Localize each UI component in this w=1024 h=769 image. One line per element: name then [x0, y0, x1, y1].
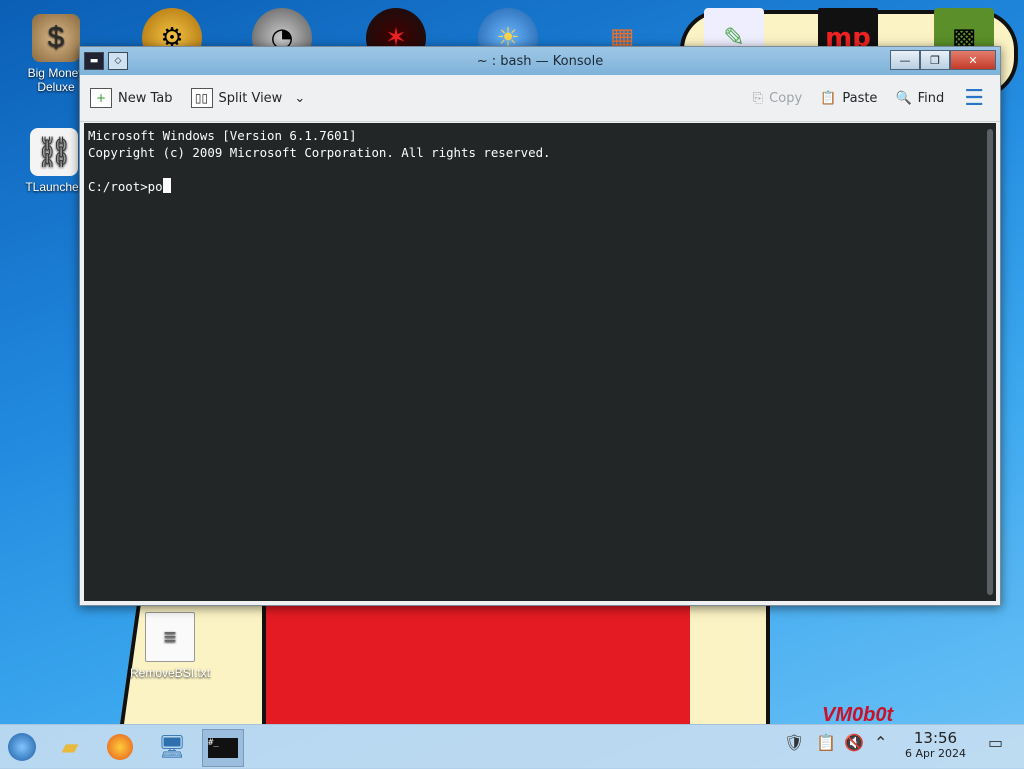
windows-logo-icon	[8, 733, 36, 761]
volume-muted-icon[interactable]: 🔇	[844, 733, 864, 752]
terminal-icon: #_	[208, 738, 238, 758]
minimize-button[interactable]: —	[890, 50, 920, 70]
window-title: ~ : bash — Konsole	[476, 53, 604, 69]
terminal-line: Copyright (c) 2009 Microsoft Corporation…	[88, 145, 551, 160]
wallpaper-shape	[690, 600, 770, 724]
split-view-label: Split View	[218, 90, 283, 106]
text-file-icon: ≡	[145, 612, 195, 662]
updates-tray-icon[interactable]: 🛡	[784, 733, 804, 752]
wallpaper-shape	[262, 600, 698, 724]
firefox-icon	[107, 734, 133, 760]
taskbar-file-manager[interactable]: ▰	[50, 729, 90, 765]
clock-date: 6 Apr 2024	[904, 747, 966, 760]
clipboard-tray-icon[interactable]: 📋	[816, 733, 836, 752]
clock-time: 13:56	[913, 729, 958, 747]
paste-icon: 📋	[820, 90, 837, 106]
shortcut-link-icon: ⛓	[30, 128, 78, 176]
desktop-icon-label: RemoveBSI.txt	[130, 666, 211, 680]
new-tab-icon: +	[90, 88, 112, 108]
copy-icon: ⎘	[752, 90, 764, 106]
taskbar: ▰ 🖥 #_ 🛡 📋 🔇 ⌃ 13:56 6 Apr 2024 ▭	[0, 724, 1024, 769]
chevron-down-icon: ⌄	[294, 90, 306, 106]
terminal-area[interactable]: Microsoft Windows [Version 6.1.7601] Cop…	[84, 123, 996, 601]
desktop-icon-removebsi[interactable]: ≡ RemoveBSI.txt	[130, 612, 210, 680]
chevron-up-icon[interactable]: ⌃	[874, 733, 887, 752]
copy-button[interactable]: ⎘ Copy	[753, 91, 802, 106]
maximize-button[interactable]: ❐	[920, 50, 950, 70]
split-view-button[interactable]: ▯▯ Split View ⌄	[190, 88, 306, 108]
konsole-window: ▬ ◇ ~ : bash — Konsole — ❐ ✕ + New Tab ▯…	[79, 46, 1001, 606]
clock[interactable]: 13:56 6 Apr 2024	[905, 729, 966, 760]
terminal-line: Microsoft Windows [Version 6.1.7601]	[88, 128, 357, 143]
konsole-toolbar: + New Tab ▯▯ Split View ⌄ ⎘ Copy 📋 Paste…	[80, 75, 1000, 122]
find-label: Find	[917, 90, 945, 106]
new-tab-button[interactable]: + New Tab	[90, 88, 173, 108]
start-button[interactable]	[2, 729, 42, 765]
terminal-scrollbar[interactable]	[987, 129, 993, 595]
close-button[interactable]: ✕	[950, 50, 996, 70]
folder-icon: ▰	[61, 734, 79, 760]
new-tab-label: New Tab	[118, 90, 173, 106]
split-view-icon: ▯▯	[190, 88, 213, 108]
paste-label: Paste	[842, 90, 878, 106]
money-bag-icon: $	[32, 14, 80, 62]
copy-label: Copy	[769, 90, 803, 106]
taskbar-firefox[interactable]	[100, 729, 140, 765]
window-titlebar[interactable]: ▬ ◇ ~ : bash — Konsole — ❐ ✕	[80, 47, 1000, 75]
search-icon: 🔍	[895, 90, 912, 106]
taskbar-konsole[interactable]: #_	[202, 729, 244, 767]
monitor-settings-icon: 🖥	[158, 734, 186, 760]
hamburger-menu-icon[interactable]: ☰	[964, 86, 984, 111]
taskbar-system-settings[interactable]: 🖥	[152, 729, 192, 765]
terminal-prompt-line: C:/root>po	[88, 179, 163, 194]
find-button[interactable]: 🔍 Find	[895, 91, 944, 106]
terminal-cursor	[162, 178, 171, 193]
show-desktop-icon[interactable]: ▭	[988, 733, 1003, 752]
paste-button[interactable]: 📋 Paste	[820, 91, 877, 106]
